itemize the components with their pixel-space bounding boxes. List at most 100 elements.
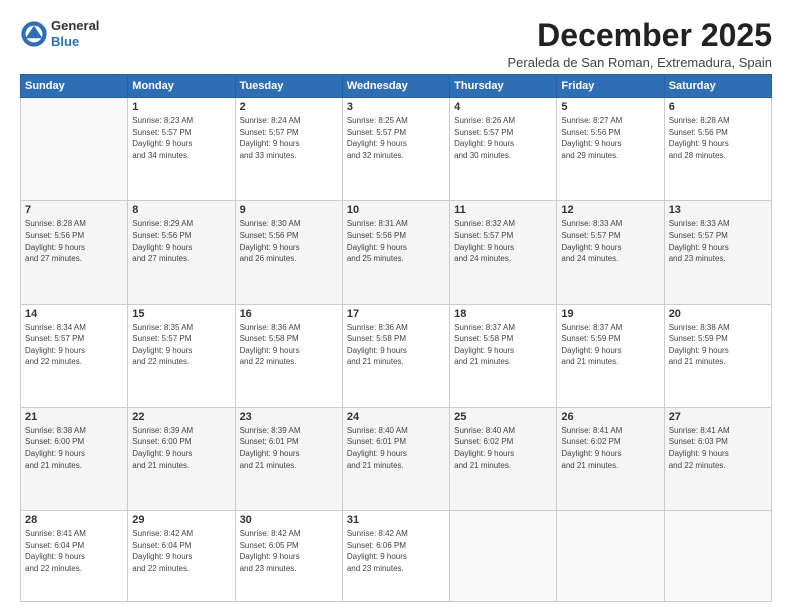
- table-row: 12 Sunrise: 8:33 AM Sunset: 5:57 PM Dayli…: [557, 201, 664, 304]
- table-row: 25Sunrise: 8:40 AM Sunset: 6:02 PM Dayli…: [450, 407, 557, 510]
- day-info: Sunrise: 8:40 AM Sunset: 6:01 PM Dayligh…: [347, 425, 445, 471]
- calendar-week-row: 1 Sunrise: 8:23 AM Sunset: 5:57 PM Daylig…: [21, 98, 772, 201]
- col-friday: Friday: [557, 75, 664, 98]
- table-row: 1 Sunrise: 8:23 AM Sunset: 5:57 PM Daylig…: [128, 98, 235, 201]
- calendar-week-row: 7 Sunrise: 8:28 AM Sunset: 5:56 PM Daylig…: [21, 201, 772, 304]
- table-row: [664, 510, 771, 601]
- table-row: 11 Sunrise: 8:32 AM Sunset: 5:57 PM Dayli…: [450, 201, 557, 304]
- day-info: Sunrise: 8:42 AM Sunset: 6:06 PM Dayligh…: [347, 528, 445, 574]
- table-row: 20Sunrise: 8:38 AM Sunset: 5:59 PM Dayli…: [664, 304, 771, 407]
- table-row: 5Sunrise: 8:27 AM Sunset: 5:56 PM Daylig…: [557, 98, 664, 201]
- day-info: Sunrise: 8:42 AM Sunset: 6:04 PM Dayligh…: [132, 528, 230, 574]
- day-info: Sunrise: 8:33 AM Sunset: 5:57 PM Dayligh…: [561, 218, 659, 264]
- day-number: 18: [454, 308, 552, 320]
- table-row: 2Sunrise: 8:24 AM Sunset: 5:57 PM Daylig…: [235, 98, 342, 201]
- day-info: Sunrise: 8:32 AM Sunset: 5:57 PM Dayligh…: [454, 218, 552, 264]
- day-number: 29: [132, 514, 230, 526]
- day-info: Sunrise: 8:37 AM Sunset: 5:58 PM Dayligh…: [454, 322, 552, 368]
- day-number: 21: [25, 411, 123, 423]
- col-saturday: Saturday: [664, 75, 771, 98]
- logo-text: General Blue: [51, 18, 99, 49]
- day-number: 26: [561, 411, 659, 423]
- calendar-table: Sunday Monday Tuesday Wednesday Thursday…: [20, 74, 772, 602]
- day-number: 24: [347, 411, 445, 423]
- day-number: 28: [25, 514, 123, 526]
- day-info: Sunrise: 8:30 AM Sunset: 5:56 PM Dayligh…: [240, 218, 338, 264]
- header: General Blue December 2025 Peraleda de S…: [20, 18, 772, 70]
- day-number: 12: [561, 204, 659, 216]
- table-row: 9 Sunrise: 8:30 AM Sunset: 5:56 PM Daylig…: [235, 201, 342, 304]
- table-row: 26 Sunrise: 8:41 AM Sunset: 6:02 PM Dayli…: [557, 407, 664, 510]
- day-number: 14: [25, 308, 123, 320]
- day-number: 30: [240, 514, 338, 526]
- day-info: Sunrise: 8:33 AM Sunset: 5:57 PM Dayligh…: [669, 218, 767, 264]
- table-row: 7 Sunrise: 8:28 AM Sunset: 5:56 PM Daylig…: [21, 201, 128, 304]
- table-row: 8 Sunrise: 8:29 AM Sunset: 5:56 PM Daylig…: [128, 201, 235, 304]
- table-row: [557, 510, 664, 601]
- col-sunday: Sunday: [21, 75, 128, 98]
- table-row: 4Sunrise: 8:26 AM Sunset: 5:57 PM Daylig…: [450, 98, 557, 201]
- table-row: 15Sunrise: 8:35 AM Sunset: 5:57 PM Dayli…: [128, 304, 235, 407]
- col-tuesday: Tuesday: [235, 75, 342, 98]
- day-number: 27: [669, 411, 767, 423]
- table-row: 22Sunrise: 8:39 AM Sunset: 6:00 PM Dayli…: [128, 407, 235, 510]
- day-info: Sunrise: 8:38 AM Sunset: 6:00 PM Dayligh…: [25, 425, 123, 471]
- calendar-header-row: Sunday Monday Tuesday Wednesday Thursday…: [21, 75, 772, 98]
- day-info: Sunrise: 8:24 AM Sunset: 5:57 PM Dayligh…: [240, 115, 338, 161]
- calendar-week-row: 28 Sunrise: 8:41 AM Sunset: 6:04 PM Dayli…: [21, 510, 772, 601]
- day-info: Sunrise: 8:28 AM Sunset: 5:56 PM Dayligh…: [25, 218, 123, 264]
- day-number: 4: [454, 101, 552, 113]
- calendar-week-row: 21 Sunrise: 8:38 AM Sunset: 6:00 PM Dayli…: [21, 407, 772, 510]
- table-row: 18 Sunrise: 8:37 AM Sunset: 5:58 PM Dayli…: [450, 304, 557, 407]
- table-row: 17 Sunrise: 8:36 AM Sunset: 5:58 PM Dayli…: [342, 304, 449, 407]
- title-block: December 2025 Peraleda de San Roman, Ext…: [508, 18, 773, 70]
- day-info: Sunrise: 8:27 AM Sunset: 5:56 PM Dayligh…: [561, 115, 659, 161]
- table-row: 21 Sunrise: 8:38 AM Sunset: 6:00 PM Dayli…: [21, 407, 128, 510]
- day-number: 19: [561, 308, 659, 320]
- day-number: 11: [454, 204, 552, 216]
- day-number: 16: [240, 308, 338, 320]
- table-row: 6 Sunrise: 8:28 AM Sunset: 5:56 PM Daylig…: [664, 98, 771, 201]
- day-number: 25: [454, 411, 552, 423]
- logo: General Blue: [20, 18, 99, 49]
- table-row: 28 Sunrise: 8:41 AM Sunset: 6:04 PM Dayli…: [21, 510, 128, 601]
- calendar-week-row: 14 Sunrise: 8:34 AM Sunset: 5:57 PM Dayli…: [21, 304, 772, 407]
- day-number: 9: [240, 204, 338, 216]
- day-info: Sunrise: 8:36 AM Sunset: 5:58 PM Dayligh…: [347, 322, 445, 368]
- page: General Blue December 2025 Peraleda de S…: [0, 0, 792, 612]
- table-row: 19 Sunrise: 8:37 AM Sunset: 5:59 PM Dayli…: [557, 304, 664, 407]
- day-info: Sunrise: 8:23 AM Sunset: 5:57 PM Dayligh…: [132, 115, 230, 161]
- table-row: 14 Sunrise: 8:34 AM Sunset: 5:57 PM Dayli…: [21, 304, 128, 407]
- day-info: Sunrise: 8:28 AM Sunset: 5:56 PM Dayligh…: [669, 115, 767, 161]
- day-number: 1: [132, 101, 230, 113]
- day-number: 6: [669, 101, 767, 113]
- subtitle: Peraleda de San Roman, Extremadura, Spai…: [508, 55, 773, 70]
- day-number: 15: [132, 308, 230, 320]
- day-info: Sunrise: 8:42 AM Sunset: 6:05 PM Dayligh…: [240, 528, 338, 574]
- day-info: Sunrise: 8:36 AM Sunset: 5:58 PM Dayligh…: [240, 322, 338, 368]
- logo-icon: [20, 20, 48, 48]
- day-info: Sunrise: 8:29 AM Sunset: 5:56 PM Dayligh…: [132, 218, 230, 264]
- day-info: Sunrise: 8:41 AM Sunset: 6:04 PM Dayligh…: [25, 528, 123, 574]
- day-number: 31: [347, 514, 445, 526]
- day-info: Sunrise: 8:37 AM Sunset: 5:59 PM Dayligh…: [561, 322, 659, 368]
- table-row: 23Sunrise: 8:39 AM Sunset: 6:01 PM Dayli…: [235, 407, 342, 510]
- day-number: 7: [25, 204, 123, 216]
- day-number: 3: [347, 101, 445, 113]
- day-info: Sunrise: 8:34 AM Sunset: 5:57 PM Dayligh…: [25, 322, 123, 368]
- day-number: 20: [669, 308, 767, 320]
- day-number: 23: [240, 411, 338, 423]
- day-number: 13: [669, 204, 767, 216]
- table-row: 31 Sunrise: 8:42 AM Sunset: 6:06 PM Dayli…: [342, 510, 449, 601]
- day-number: 8: [132, 204, 230, 216]
- day-info: Sunrise: 8:41 AM Sunset: 6:02 PM Dayligh…: [561, 425, 659, 471]
- day-number: 10: [347, 204, 445, 216]
- day-info: Sunrise: 8:25 AM Sunset: 5:57 PM Dayligh…: [347, 115, 445, 161]
- day-info: Sunrise: 8:41 AM Sunset: 6:03 PM Dayligh…: [669, 425, 767, 471]
- table-row: 27 Sunrise: 8:41 AM Sunset: 6:03 PM Dayli…: [664, 407, 771, 510]
- table-row: 24 Sunrise: 8:40 AM Sunset: 6:01 PM Dayli…: [342, 407, 449, 510]
- logo-blue: Blue: [51, 34, 79, 49]
- table-row: [21, 98, 128, 201]
- table-row: 10Sunrise: 8:31 AM Sunset: 5:56 PM Dayli…: [342, 201, 449, 304]
- day-number: 17: [347, 308, 445, 320]
